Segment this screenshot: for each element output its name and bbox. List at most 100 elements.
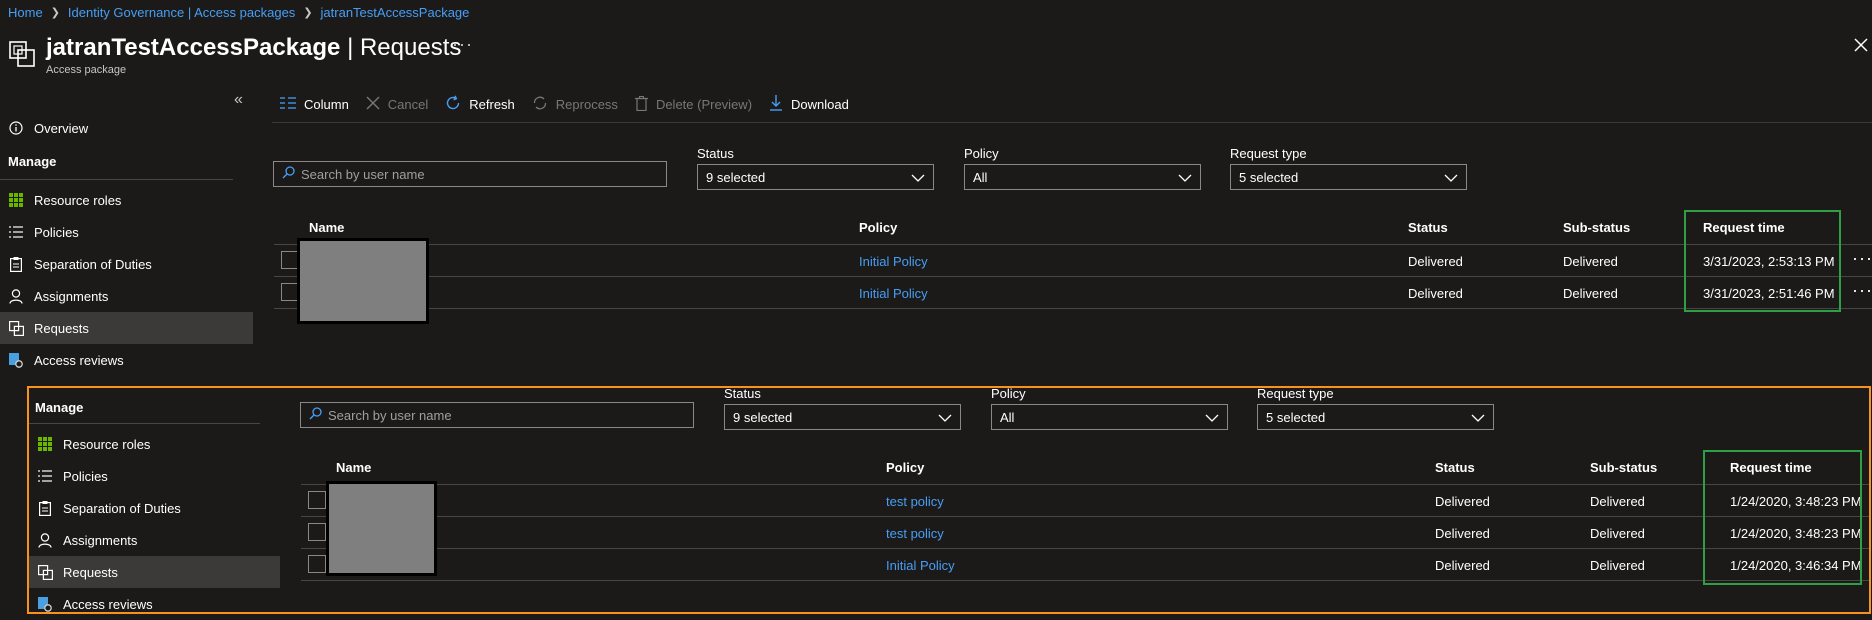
close-icon[interactable]: [1852, 36, 1870, 54]
redacted-names: [326, 481, 437, 576]
column-header-substatus[interactable]: Sub-status: [1590, 460, 1657, 475]
request-type-dropdown[interactable]: 5 selected: [1257, 404, 1494, 430]
sidebar-item-label: Requests: [34, 320, 89, 336]
cancel-label: Cancel: [387, 97, 429, 112]
sidebar-item-requests[interactable]: Requests: [29, 556, 280, 588]
grid-icon: [37, 436, 53, 452]
search-placeholder: Search by user name: [301, 166, 425, 182]
column-header-policy[interactable]: Policy: [859, 220, 897, 235]
download-button[interactable]: Download: [769, 95, 849, 114]
sidebar-item-resource-roles[interactable]: Resource roles: [0, 184, 253, 216]
status-cell: Delivered: [1435, 494, 1490, 509]
review-icon: [37, 596, 53, 612]
manage-section: Manage: [0, 144, 233, 180]
request-type-dropdown-value: 5 selected: [1266, 409, 1326, 425]
sidebar-item-overview[interactable]: Overview: [0, 112, 253, 144]
list-icon: [37, 468, 53, 484]
table-row-divider: [274, 276, 1872, 277]
search-input[interactable]: Search by user name: [273, 161, 667, 187]
requests-icon: [8, 320, 24, 336]
clipboard-icon: [37, 500, 53, 516]
request-type-filter-label: Request type: [1230, 146, 1307, 161]
reprocess-icon: [532, 95, 548, 114]
request-type-dropdown[interactable]: 5 selected: [1230, 164, 1467, 190]
substatus-cell: Delivered: [1590, 494, 1645, 509]
row-more-icon[interactable]: ···: [1852, 248, 1872, 269]
delete-button[interactable]: Delete (Preview): [634, 95, 752, 114]
row-checkbox[interactable]: [308, 555, 326, 573]
table-row-divider: [274, 308, 1872, 309]
sidebar-item-label: Assignments: [34, 288, 109, 304]
column-header-status[interactable]: Status: [1435, 460, 1475, 475]
column-header-policy[interactable]: Policy: [886, 460, 924, 475]
policy-dropdown[interactable]: All: [964, 164, 1201, 190]
sidebar-item-policies[interactable]: Policies: [0, 216, 253, 248]
request-type-filter-label: Request type: [1257, 386, 1334, 401]
search-icon: [309, 407, 322, 423]
policy-filter-label: Policy: [964, 146, 999, 161]
page-title-section: | Requests: [340, 34, 462, 61]
collapse-sidebar-icon[interactable]: «: [234, 91, 243, 109]
status-dropdown-value: 9 selected: [733, 409, 793, 425]
column-header-status[interactable]: Status: [1408, 220, 1448, 235]
refresh-icon: [445, 95, 461, 114]
manage-section: Manage: [29, 392, 260, 424]
sidebar-item-requests[interactable]: Requests: [0, 312, 253, 344]
column-header-name[interactable]: Name: [309, 220, 344, 235]
cancel-button[interactable]: Cancel: [366, 96, 428, 113]
sidebar-item-assignments[interactable]: Assignments: [29, 524, 280, 556]
policy-link[interactable]: Initial Policy: [859, 286, 928, 301]
list-icon: [8, 224, 24, 240]
redacted-names: [297, 238, 429, 324]
chevron-right-icon: ❯: [50, 7, 60, 19]
section-heading-manage: Manage: [8, 154, 57, 169]
row-checkbox[interactable]: [308, 523, 326, 541]
status-filter-label: Status: [697, 146, 734, 161]
row-more-icon[interactable]: ···: [1852, 280, 1872, 301]
chevron-down-icon: [1178, 170, 1192, 185]
policy-dropdown[interactable]: All: [991, 404, 1228, 430]
status-cell: Delivered: [1435, 558, 1490, 573]
column-button[interactable]: Column: [280, 97, 349, 112]
refresh-button[interactable]: Refresh: [445, 95, 515, 114]
sidebar-item-policies[interactable]: Policies: [29, 460, 280, 492]
sidebar-item-label: Overview: [34, 120, 89, 136]
row-checkbox[interactable]: [308, 491, 326, 509]
sidebar-item-label: Resource roles: [63, 436, 151, 452]
reprocess-button[interactable]: Reprocess: [532, 95, 618, 114]
sidebar-item-separation-of-duties[interactable]: Separation of Duties: [0, 248, 253, 280]
breadcrumb-home[interactable]: Home: [8, 5, 43, 20]
column-header-name[interactable]: Name: [336, 460, 371, 475]
more-actions-icon[interactable]: ···: [452, 34, 473, 55]
sidebar-item-access-reviews[interactable]: Access reviews: [0, 344, 253, 376]
sidebar-item-access-reviews[interactable]: Access reviews: [29, 588, 280, 620]
sidebar-item-label: Separation of Duties: [63, 500, 181, 516]
review-icon: [8, 352, 24, 368]
breadcrumb-access-packages[interactable]: Identity Governance | Access packages: [68, 5, 295, 20]
sidebar-item-label: Separation of Duties: [34, 256, 152, 272]
sidebar-compare: Manage Resource roles Policies Separatio…: [29, 392, 280, 620]
substatus-cell: Delivered: [1563, 254, 1618, 269]
sidebar-item-assignments[interactable]: Assignments: [0, 280, 253, 312]
download-label: Download: [791, 97, 849, 112]
sidebar-item-separation-of-duties[interactable]: Separation of Duties: [29, 492, 280, 524]
policy-link[interactable]: Initial Policy: [886, 558, 955, 573]
policy-link[interactable]: test policy: [886, 526, 944, 541]
column-header-substatus[interactable]: Sub-status: [1563, 220, 1630, 235]
search-placeholder: Search by user name: [328, 407, 452, 423]
person-icon: [8, 288, 24, 304]
policy-link[interactable]: test policy: [886, 494, 944, 509]
page-subtitle: Access package: [46, 64, 127, 76]
search-input[interactable]: Search by user name: [300, 402, 694, 428]
column-label: Column: [304, 97, 349, 112]
substatus-cell: Delivered: [1590, 526, 1645, 541]
command-bar: Column Cancel Refresh Reprocess Delete (…: [280, 95, 866, 114]
status-dropdown[interactable]: 9 selected: [724, 404, 961, 430]
sidebar-item-resource-roles[interactable]: Resource roles: [29, 428, 280, 460]
policy-dropdown-value: All: [1000, 409, 1015, 425]
status-dropdown[interactable]: 9 selected: [697, 164, 934, 190]
policy-link[interactable]: Initial Policy: [859, 254, 928, 269]
breadcrumb-package[interactable]: jatranTestAccessPackage: [321, 5, 470, 20]
columns-icon: [280, 97, 296, 112]
status-cell: Delivered: [1408, 254, 1463, 269]
